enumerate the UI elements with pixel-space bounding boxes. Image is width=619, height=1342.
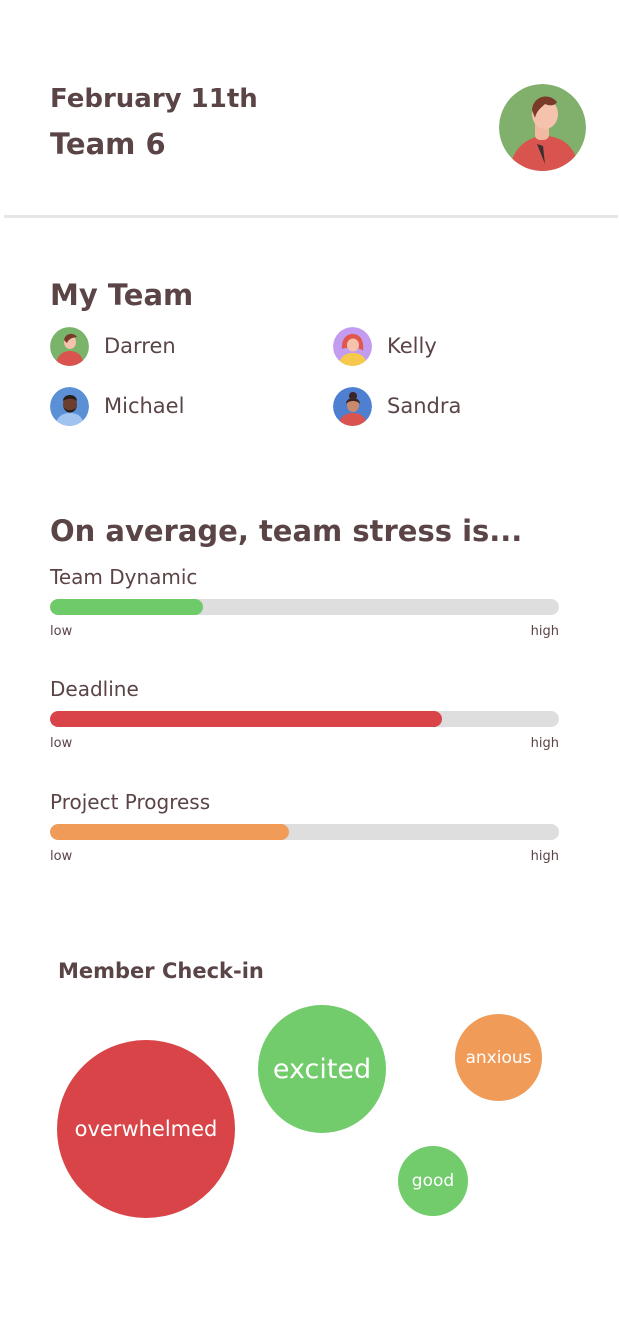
mood-label: excited [272, 1053, 372, 1085]
team-title: Team 6 [50, 127, 166, 161]
stress-bar-track [50, 711, 559, 727]
team-member-darren[interactable]: Darren [50, 326, 176, 366]
member-name: Kelly [387, 334, 437, 358]
mood-bubble-anxious[interactable]: anxious [455, 1014, 542, 1101]
metric-label: Team Dynamic [50, 565, 198, 589]
date-label: February 11th [50, 84, 258, 114]
mood-bubble-good[interactable]: good [398, 1146, 468, 1216]
mood-bubble-excited[interactable]: excited [258, 1005, 386, 1133]
metric-team-dynamic: Team Dynamic low high [50, 565, 559, 639]
kelly-avatar-icon [333, 326, 372, 366]
team-member-michael[interactable]: Michael [50, 386, 184, 426]
member-checkin-title: Member Check-in [58, 959, 264, 983]
member-name: Darren [104, 334, 176, 358]
stress-bar-fill [50, 599, 203, 615]
sandra-avatar-icon [333, 386, 372, 426]
mood-label: good [411, 1171, 455, 1191]
scale-high-label: high [530, 849, 559, 864]
scale-high-label: high [530, 624, 559, 639]
darren-avatar-icon [50, 326, 89, 366]
team-member-sandra[interactable]: Sandra [333, 386, 461, 426]
stress-bar-fill [50, 824, 290, 840]
team-stress-title: On average, team stress is... [50, 514, 523, 548]
metric-label: Project Progress [50, 790, 211, 814]
stress-bar-track [50, 824, 559, 840]
scale-low-label: low [50, 736, 73, 751]
stress-bar-track [50, 599, 559, 615]
metric-deadline: Deadline low high [50, 677, 559, 751]
stress-bar-fill [50, 711, 442, 727]
mood-label: overwhelmed [74, 1117, 218, 1141]
metric-project-progress: Project Progress low high [50, 790, 559, 864]
header-divider [4, 215, 618, 218]
scale-high-label: high [530, 736, 559, 751]
team-member-kelly[interactable]: Kelly [333, 326, 437, 366]
mood-bubble-overwhelmed[interactable]: overwhelmed [57, 1040, 235, 1218]
dashboard-page: February 11th Team 6 My Team Darren Kell… [0, 0, 619, 1342]
scale-low-label: low [50, 849, 73, 864]
member-name: Michael [104, 394, 185, 418]
metric-label: Deadline [50, 677, 139, 701]
member-name: Sandra [387, 394, 462, 418]
mood-label: anxious [465, 1047, 532, 1068]
scale-low-label: low [50, 624, 73, 639]
user-avatar-icon[interactable] [499, 84, 586, 171]
my-team-title: My Team [50, 278, 194, 312]
michael-avatar-icon [50, 386, 89, 426]
